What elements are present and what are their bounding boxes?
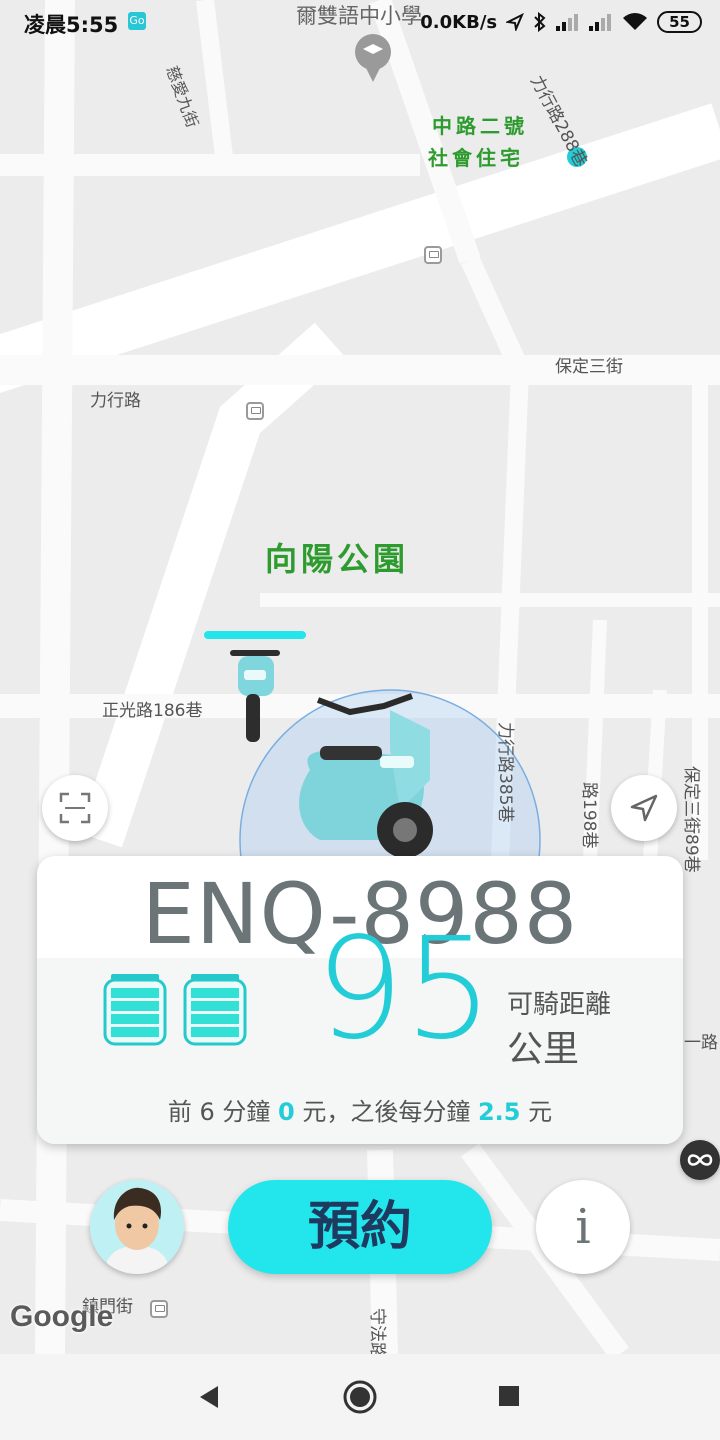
- scan-icon: [59, 792, 91, 824]
- range-label: 可騎距離: [507, 990, 612, 1020]
- back-icon[interactable]: [196, 1384, 222, 1410]
- navigation-arrow-icon: [630, 794, 658, 822]
- signal-icon: [556, 14, 579, 31]
- avatar-icon: [90, 1180, 184, 1274]
- pricing-part: 元，之後每分鐘: [294, 1098, 478, 1126]
- free-price: 0: [278, 1098, 295, 1126]
- pricing-text: 前 6 分鐘 0 元，之後每分鐘 2.5 元: [37, 1092, 683, 1127]
- battery-level: 55: [657, 11, 702, 33]
- map-label-lane-198: 路198巷: [579, 782, 599, 849]
- map-label-housing-line2: 社會住宅: [428, 146, 524, 170]
- info-icon: i: [575, 1199, 591, 1255]
- info-button[interactable]: i: [536, 1180, 630, 1274]
- recents-icon[interactable]: [497, 1384, 521, 1408]
- signal-icon: [589, 14, 612, 31]
- infinity-icon: [687, 1154, 713, 1166]
- pricing-part: 元: [520, 1098, 553, 1126]
- pricing-part: 前 6 分鐘: [167, 1098, 279, 1126]
- app-notification-icon: Go: [128, 12, 146, 30]
- google-logo: Google: [10, 1300, 114, 1333]
- map-label-park: 向陽公園: [265, 540, 410, 578]
- scan-button[interactable]: [42, 775, 108, 841]
- map-label-shoufa: 守法路: [367, 1308, 387, 1354]
- bus-stop-icon[interactable]: [246, 402, 264, 420]
- wifi-icon: [623, 13, 648, 30]
- map-label-road-right: 一路: [684, 1033, 718, 1053]
- range-value: 95: [315, 908, 494, 1071]
- profile-avatar-button[interactable]: [90, 1180, 184, 1274]
- status-time: 凌晨5:55: [24, 13, 119, 37]
- locate-me-button[interactable]: [611, 775, 677, 841]
- map-roads: [0, 0, 720, 1354]
- map-label-baoding3: 保定三街: [555, 357, 623, 377]
- loop-toggle-button[interactable]: [680, 1140, 720, 1180]
- status-right-group: 0.0KB/s 55: [420, 8, 702, 36]
- bluetooth-icon: [534, 12, 546, 32]
- status-bar: 凌晨5:55 Go 0.0KB/s 55: [0, 0, 720, 44]
- map-label-lixing: 力行路: [90, 391, 141, 411]
- map-label-housing-line1: 中路二號: [432, 114, 528, 138]
- map-label-lixing-385: 力行路385巷: [495, 722, 515, 823]
- bus-stop-icon[interactable]: [424, 246, 442, 264]
- battery-gauge-icon: [103, 974, 247, 1046]
- range-unit: 公里: [507, 1029, 580, 1070]
- map-view[interactable]: 爾雙語中小學 慈愛九街 力行路288巷 中路二號 社會住宅 保定三街 力行路 向…: [0, 0, 720, 1354]
- system-nav-bar: [0, 1354, 720, 1440]
- vehicle-info-card: ENQ-8988 95 可騎距離 公里 前 6 分鐘 0 元，之後每分鐘 2.5…: [37, 856, 683, 1144]
- bus-stop-icon[interactable]: [150, 1300, 168, 1318]
- map-label-baoding3-89: 保定三街89巷: [681, 766, 701, 873]
- net-speed: 0.0KB/s: [420, 11, 498, 33]
- home-icon[interactable]: [342, 1379, 378, 1415]
- per-minute-rate: 2.5: [477, 1098, 521, 1126]
- location-arrow-icon: [506, 13, 525, 31]
- reserve-button[interactable]: 預約: [228, 1180, 492, 1274]
- map-label-zhengguang-186: 正光路186巷: [102, 701, 203, 721]
